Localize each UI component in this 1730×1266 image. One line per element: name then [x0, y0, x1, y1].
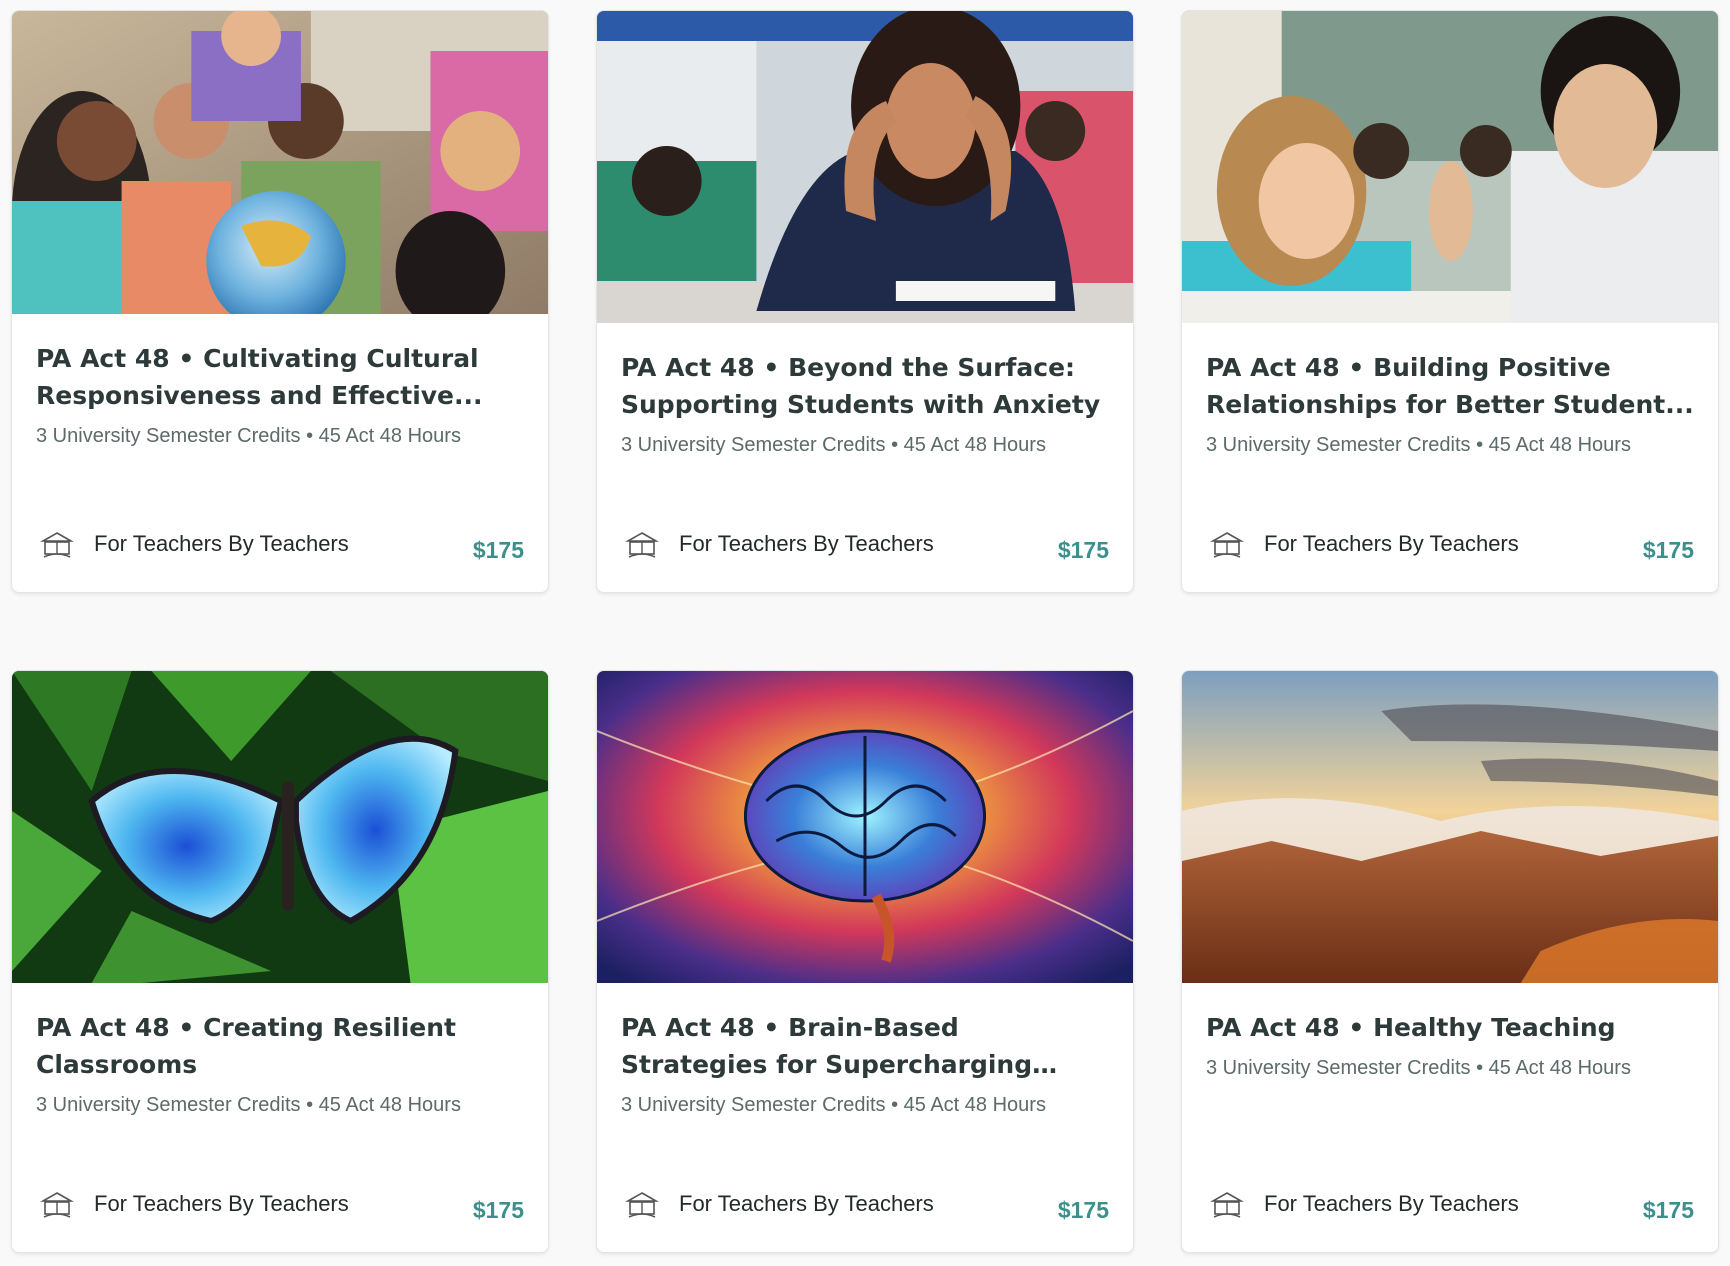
course-meta: 3 University Semester Credits • 45 Act 4… — [36, 425, 461, 447]
course-body: PA Act 48 • Healthy Teaching Habits 3 Un… — [1182, 983, 1718, 1082]
course-card[interactable]: PA Act 48 • Brain-Based Strategies for S… — [596, 670, 1134, 1253]
course-footer: For Teachers By Teachers $175 — [36, 1184, 524, 1224]
course-price: $175 — [1642, 537, 1694, 563]
course-footer: For Teachers By Teachers $175 — [36, 524, 524, 564]
course-price: $175 — [1642, 1197, 1694, 1223]
book-school-icon — [39, 530, 75, 560]
course-image[interactable] — [597, 11, 1133, 323]
provider-name: For Teachers By Teachers — [94, 1191, 349, 1216]
course-image[interactable] — [1182, 11, 1718, 323]
course-body: PA Act 48 • Creating Resilient Classroom… — [12, 983, 548, 1119]
provider-name: For Teachers By Teachers — [1264, 1191, 1519, 1216]
course-price: $175 — [1057, 537, 1109, 563]
course-footer: For Teachers By Teachers $175 — [621, 1184, 1109, 1224]
course-footer: For Teachers By Teachers $175 — [1206, 1184, 1694, 1224]
course-image[interactable] — [1182, 671, 1718, 983]
course-title[interactable]: PA Act 48 • Building Positive Relationsh… — [1206, 349, 1694, 423]
course-title[interactable]: PA Act 48 • Beyond the Surface: Supporti… — [621, 349, 1109, 423]
book-school-icon — [1209, 1190, 1245, 1220]
provider-name: For Teachers By Teachers — [679, 531, 934, 556]
course-body: PA Act 48 • Building Positive Relationsh… — [1182, 323, 1718, 459]
course-grid: PA Act 48 • Cultivating Cultural Respons… — [0, 0, 1730, 1266]
course-title[interactable]: PA Act 48 • Healthy Teaching Habits — [1206, 1009, 1694, 1046]
course-price: $175 — [472, 537, 524, 563]
course-body: PA Act 48 • Brain-Based Strategies for S… — [597, 983, 1133, 1119]
provider-name: For Teachers By Teachers — [1264, 531, 1519, 556]
provider-name: For Teachers By Teachers — [679, 1191, 934, 1216]
course-price: $175 — [472, 1197, 524, 1223]
course-meta: 3 University Semester Credits • 45 Act 4… — [621, 1094, 1046, 1116]
course-meta: 3 University Semester Credits • 45 Act 4… — [1206, 434, 1631, 456]
course-meta: 3 University Semester Credits • 45 Act 4… — [1206, 1057, 1631, 1079]
course-card[interactable]: PA Act 48 • Building Positive Relationsh… — [1181, 10, 1719, 593]
course-card[interactable]: PA Act 48 • Cultivating Cultural Respons… — [11, 10, 549, 593]
course-title[interactable]: PA Act 48 • Cultivating Cultural Respons… — [36, 340, 524, 414]
course-body: PA Act 48 • Cultivating Cultural Respons… — [12, 314, 548, 450]
book-school-icon — [39, 1190, 75, 1220]
course-footer: For Teachers By Teachers $175 — [1206, 524, 1694, 564]
course-image[interactable] — [12, 11, 548, 314]
course-title[interactable]: PA Act 48 • Creating Resilient Classroom… — [36, 1009, 524, 1083]
course-meta: 3 University Semester Credits • 45 Act 4… — [621, 434, 1046, 456]
book-school-icon — [624, 530, 660, 560]
course-image[interactable] — [12, 671, 548, 983]
book-school-icon — [1209, 530, 1245, 560]
course-card[interactable]: PA Act 48 • Creating Resilient Classroom… — [11, 670, 549, 1253]
course-title[interactable]: PA Act 48 • Brain-Based Strategies for S… — [621, 1009, 1109, 1083]
course-price: $175 — [1057, 1197, 1109, 1223]
course-image[interactable] — [597, 671, 1133, 983]
course-footer: For Teachers By Teachers $175 — [621, 524, 1109, 564]
provider-name: For Teachers By Teachers — [94, 531, 349, 556]
course-card[interactable]: PA Act 48 • Healthy Teaching Habits 3 Un… — [1181, 670, 1719, 1253]
course-card[interactable]: PA Act 48 • Beyond the Surface: Supporti… — [596, 10, 1134, 593]
course-body: PA Act 48 • Beyond the Surface: Supporti… — [597, 323, 1133, 459]
book-school-icon — [624, 1190, 660, 1220]
course-meta: 3 University Semester Credits • 45 Act 4… — [36, 1094, 461, 1116]
